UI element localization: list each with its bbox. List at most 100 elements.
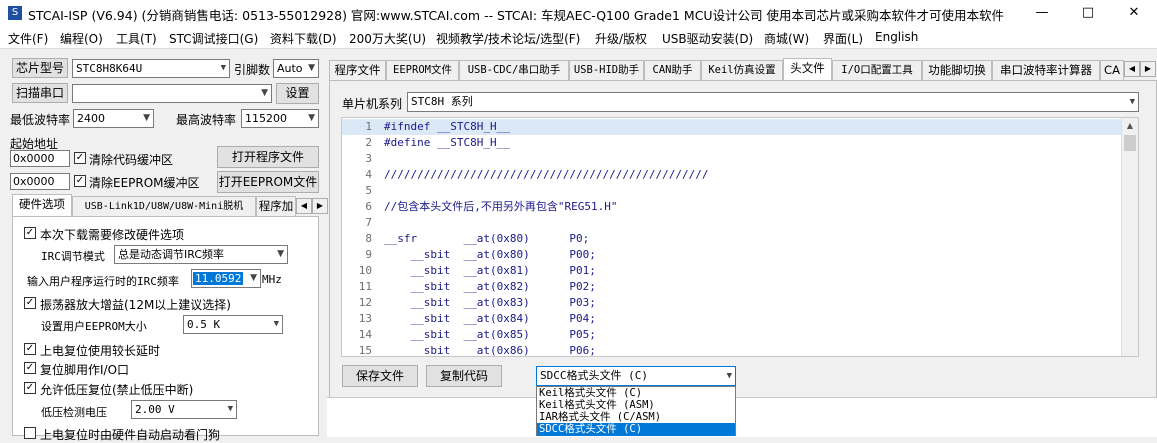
- tab-program-add[interactable]: 程序加: [256, 196, 296, 216]
- chevron-down-icon: ▼: [308, 63, 315, 73]
- chip-model-select[interactable]: STC8H8K64U ▼: [72, 59, 230, 78]
- code-text: __sbit __at(0x81) P01;: [384, 264, 596, 277]
- tab-scroll-right-icon[interactable]: ▶: [1140, 61, 1156, 77]
- oscillator-gain-label: 振荡器放大增益(12M以上建议选择): [40, 298, 231, 312]
- pins-select[interactable]: Auto ▼: [273, 59, 319, 78]
- menu-award[interactable]: 200万大奖(U): [349, 30, 426, 47]
- chevron-down-icon: ▼: [250, 273, 257, 283]
- tab-usb-link-offline[interactable]: USB-Link1D/U8W/U8W-Mini脱机: [72, 196, 256, 216]
- maximize-icon[interactable]: □: [1065, 0, 1111, 26]
- window-title: STCAI-ISP (V6.94) (分销商销售电话: 0513-5501292…: [28, 8, 1005, 23]
- line-number: 15: [358, 344, 372, 357]
- tab-more[interactable]: CA: [1100, 60, 1124, 80]
- menu-english[interactable]: English: [875, 30, 918, 44]
- open-program-file-button[interactable]: 打开程序文件: [217, 146, 319, 168]
- header-format-select[interactable]: SDCC格式头文件 (C) ▼: [536, 366, 736, 386]
- scan-port-button[interactable]: 扫描串口: [12, 83, 68, 103]
- line-number: 6: [365, 200, 372, 213]
- menu-mall[interactable]: 商城(W): [764, 30, 809, 47]
- tab-scroll-left-icon[interactable]: ◀: [1124, 61, 1140, 77]
- code-start-address-input[interactable]: 0x0000: [10, 150, 70, 167]
- tab-scroll-right-icon[interactable]: ▶: [312, 198, 328, 214]
- reset-pin-io-label: 复位脚用作I/O口: [40, 363, 130, 377]
- tab-header-file[interactable]: 头文件: [783, 58, 832, 80]
- scroll-up-icon[interactable]: ▲: [1122, 118, 1138, 134]
- low-voltage-reset-label: 允许低压复位(禁止低压中断): [40, 383, 194, 397]
- max-baud-select[interactable]: 115200 ▼: [241, 109, 319, 128]
- output-log[interactable]: [327, 397, 1157, 437]
- modify-hw-options-checkbox[interactable]: ✓: [24, 227, 36, 239]
- tab-eeprom-file[interactable]: EEPROM文件: [386, 60, 459, 80]
- watchdog-checkbox[interactable]: [24, 427, 36, 439]
- tab-baud-calculator[interactable]: 串口波特率计算器: [992, 60, 1100, 80]
- code-line: 15 __sbit __at(0x86) P06;: [342, 343, 1132, 357]
- lvd-voltage-select[interactable]: 2.00 V ▼: [131, 400, 237, 419]
- open-eeprom-file-button[interactable]: 打开EEPROM文件: [217, 171, 319, 193]
- code-text: ////////////////////////////////////////…: [384, 168, 709, 181]
- irc-mode-label: IRC调节模式: [41, 250, 105, 263]
- menu-download[interactable]: 资料下载(D): [270, 30, 337, 47]
- code-text: __sbit __at(0x80) P00;: [384, 248, 596, 261]
- menu-upgrade[interactable]: 升级/版权: [595, 30, 647, 47]
- chip-model-label[interactable]: 芯片型号: [12, 58, 68, 78]
- line-number: 3: [365, 152, 372, 165]
- code-line: 2 #define __STC8H_H__: [342, 135, 1132, 151]
- pins-label: 引脚数: [234, 63, 271, 77]
- chevron-down-icon: ▼: [143, 113, 150, 123]
- low-voltage-reset-checkbox[interactable]: ✓: [24, 382, 36, 394]
- copy-code-button[interactable]: 复制代码: [426, 365, 502, 387]
- min-baud-value: 2400: [77, 112, 105, 125]
- min-baud-select[interactable]: 2400 ▼: [73, 109, 154, 128]
- menu-video[interactable]: 视频教学/技术论坛/选型(F): [436, 30, 580, 47]
- series-select[interactable]: STC8H 系列 ▼: [407, 92, 1139, 112]
- chevron-down-icon: ▼: [220, 63, 226, 73]
- code-line: 14 __sbit __at(0x85) P05;: [342, 327, 1132, 343]
- menu-file[interactable]: 文件(F): [8, 30, 48, 47]
- irc-frequency-label: 输入用户程序运行时的IRC频率: [27, 275, 179, 288]
- minimize-icon[interactable]: —: [1019, 0, 1065, 26]
- eeprom-size-select[interactable]: 0.5 K ▼: [183, 315, 283, 334]
- code-text: __sbit __at(0x86) P06;: [384, 344, 596, 357]
- menu-debug[interactable]: STC调试接口(G): [169, 30, 258, 47]
- code-line: 3: [342, 151, 1132, 167]
- reset-pin-io-checkbox[interactable]: ✓: [24, 362, 36, 374]
- save-file-button[interactable]: 保存文件: [342, 365, 418, 387]
- chip-model-value: STC8H8K64U: [76, 62, 143, 75]
- irc-frequency-select[interactable]: 11.0592 ▼: [191, 269, 261, 288]
- irc-mode-value: 总是动态调节IRC频率: [118, 248, 225, 261]
- min-baud-label: 最低波特率: [10, 113, 71, 127]
- tab-program-file[interactable]: 程序文件: [329, 60, 386, 80]
- menu-usb-driver[interactable]: USB驱动安装(D): [662, 30, 753, 47]
- oscillator-gain-checkbox[interactable]: ✓: [24, 297, 36, 309]
- editor-scrollbar[interactable]: ▲: [1121, 118, 1138, 356]
- series-value: STC8H 系列: [411, 95, 473, 108]
- tab-scroll-left-icon[interactable]: ◀: [296, 198, 312, 214]
- clear-code-checkbox[interactable]: ✓: [74, 152, 86, 164]
- lvd-voltage-value: 2.00 V: [135, 403, 175, 416]
- code-editor[interactable]: 1 #ifndef __STC8H_H__ 2 #define __STC8H_H__…: [341, 117, 1139, 357]
- close-icon[interactable]: ✕: [1111, 0, 1157, 26]
- menu-view[interactable]: 界面(L): [823, 30, 863, 47]
- menu-tools[interactable]: 工具(T): [116, 30, 157, 47]
- modify-hw-options-label: 本次下载需要修改硬件选项: [40, 228, 185, 242]
- settings-button[interactable]: 设置: [276, 83, 319, 104]
- menu-program[interactable]: 编程(O): [60, 30, 103, 47]
- clear-eeprom-checkbox[interactable]: ✓: [74, 175, 86, 187]
- line-number: 11: [358, 280, 372, 293]
- format-option-sdcc[interactable]: SDCC格式头文件 (C): [537, 423, 735, 436]
- tab-usb-hid[interactable]: USB-HID助手: [569, 60, 644, 80]
- port-select[interactable]: ▼: [72, 84, 272, 103]
- code-line: 5: [342, 183, 1132, 199]
- reset-delay-label: 上电复位使用较长延时: [40, 344, 161, 358]
- tab-keil-sim[interactable]: Keil仿真设置: [701, 60, 783, 80]
- tab-can[interactable]: CAN助手: [644, 60, 701, 80]
- reset-delay-checkbox[interactable]: ✓: [24, 343, 36, 355]
- code-text: __sbit __at(0x84) P04;: [384, 312, 596, 325]
- eeprom-start-address-input[interactable]: 0x0000: [10, 173, 70, 190]
- tab-pin-switch[interactable]: 功能脚切换: [922, 60, 992, 80]
- tab-io-config[interactable]: I/O口配置工具: [832, 60, 922, 80]
- tab-hardware-options[interactable]: 硬件选项: [12, 194, 72, 216]
- irc-mode-select[interactable]: 总是动态调节IRC频率 ▼: [114, 245, 288, 264]
- tab-usb-cdc[interactable]: USB-CDC/串口助手: [459, 60, 569, 80]
- scroll-thumb[interactable]: [1124, 135, 1136, 151]
